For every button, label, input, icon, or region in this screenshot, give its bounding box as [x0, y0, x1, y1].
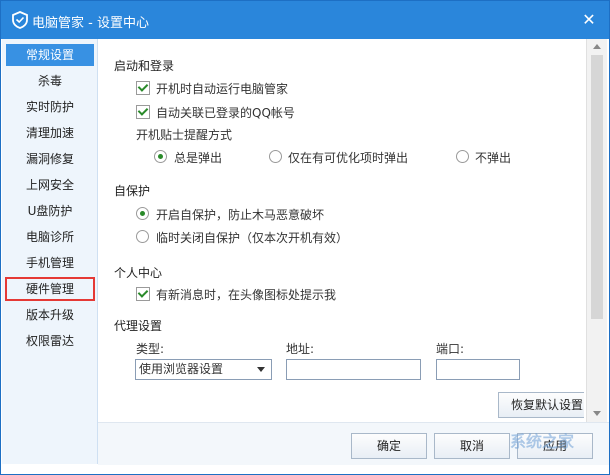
scroll-up-icon[interactable] — [593, 44, 601, 49]
scroll-thumb[interactable] — [591, 55, 603, 319]
shield-logo-icon — [12, 11, 28, 29]
sidebar-item-web-security[interactable]: 上网安全 — [6, 174, 94, 196]
selfprotect-off-radio[interactable] — [136, 230, 149, 243]
notify-label: 有新消息时，在头像图标处提示我 — [156, 288, 337, 302]
scrollbar[interactable] — [586, 39, 607, 422]
tip-always-label: 总是弹出 — [174, 151, 223, 165]
window-title: 电脑管家 - 设置中心 — [32, 16, 149, 31]
site-watermark: 系统之家 — [510, 428, 606, 468]
tip-never-radio[interactable] — [456, 150, 469, 163]
tip-mode-label: 开机贴士提醒方式 — [136, 128, 233, 142]
sidebar: 常规设置 杀毒 实时防护 清理加速 漏洞修复 上网安全 U盘防护 电脑诊所 手机… — [2, 39, 98, 464]
chevron-down-icon — [257, 367, 265, 372]
tip-optimizable-label: 仅在有可优化项时弹出 — [288, 151, 409, 165]
sidebar-item-phone[interactable]: 手机管理 — [6, 252, 94, 274]
proxy-type-value: 使用浏览器设置 — [139, 362, 224, 376]
sidebar-item-cleanup[interactable]: 清理加速 — [6, 122, 94, 144]
proxy-port-label: 端口: — [436, 342, 465, 356]
scroll-down-icon[interactable] — [593, 411, 601, 416]
notify-checkbox[interactable] — [136, 287, 150, 301]
settings-content: 启动和登录 开机时自动运行电脑管家 自动关联已登录的QQ帐号 开机贴士提醒方式 … — [98, 39, 584, 422]
cancel-button[interactable]: 取消 — [434, 433, 510, 459]
ok-button[interactable]: 确定 — [351, 433, 427, 459]
startup-heading: 启动和登录 — [114, 59, 175, 73]
proxy-type-select[interactable]: 使用浏览器设置 — [135, 359, 272, 380]
sidebar-item-usb-protection[interactable]: U盘防护 — [6, 200, 94, 222]
proxy-heading: 代理设置 — [114, 319, 163, 333]
title-bar: 电脑管家 - 设置中心 ✕ — [1, 1, 609, 39]
sidebar-item-general[interactable]: 常规设置 — [6, 44, 94, 66]
tip-optimizable-radio[interactable] — [269, 150, 282, 163]
tip-never-label: 不弹出 — [475, 151, 512, 165]
proxy-type-label: 类型: — [136, 342, 165, 356]
sidebar-item-upgrade[interactable]: 版本升级 — [6, 304, 94, 326]
sidebar-item-realtime-protection[interactable]: 实时防护 — [6, 96, 94, 118]
sidebar-item-hardware[interactable]: 硬件管理 — [5, 277, 95, 301]
selfprotect-off-label: 临时关闭自保护（仅本次开机有效） — [156, 231, 349, 245]
sidebar-item-permission-radar[interactable]: 权限雷达 — [6, 330, 94, 352]
link-qq-label: 自动关联已登录的QQ帐号 — [156, 106, 295, 120]
proxy-port-input[interactable] — [436, 359, 520, 380]
selfprotect-on-label: 开启自保护，防止木马恶意破坏 — [156, 208, 325, 222]
settings-window: 电脑管家 - 设置中心 ✕ 常规设置 杀毒 实时防护 清理加速 漏洞修复 上网安… — [0, 0, 610, 475]
autorun-label: 开机时自动运行电脑管家 — [156, 82, 289, 96]
sidebar-item-patch[interactable]: 漏洞修复 — [6, 148, 94, 170]
link-qq-checkbox[interactable] — [136, 105, 150, 119]
selfprotect-heading: 自保护 — [114, 184, 151, 198]
sidebar-item-pc-clinic[interactable]: 电脑诊所 — [6, 226, 94, 248]
personal-heading: 个人中心 — [114, 266, 163, 280]
sidebar-item-antivirus[interactable]: 杀毒 — [6, 70, 94, 92]
restore-default-button[interactable]: 恢复默认设置 — [498, 392, 584, 418]
selfprotect-on-radio[interactable] — [136, 207, 149, 220]
autorun-checkbox[interactable] — [136, 81, 150, 95]
watermark-text: 系统之家 — [510, 432, 575, 451]
close-icon[interactable]: ✕ — [579, 10, 599, 30]
proxy-address-label: 地址: — [286, 342, 315, 356]
proxy-address-input[interactable] — [286, 359, 421, 380]
tip-always-radio[interactable] — [154, 150, 167, 163]
